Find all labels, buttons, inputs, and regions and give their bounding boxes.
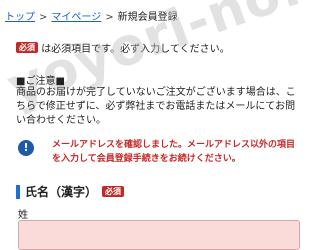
required-note: 必須 は必須項目です。必ず入力してください。 (16, 40, 230, 55)
last-name-input[interactable] (18, 220, 300, 250)
required-note-text: は必須項目です。必ず入力してください。 (41, 44, 230, 55)
breadcrumb-separator: > (105, 12, 114, 23)
last-name-label: 姓 (18, 210, 28, 221)
required-badge: 必須 (16, 42, 38, 53)
alert-message: メールアドレスを確認しました。メールアドレス以外の項目を入力して会員登録手続きを… (52, 140, 296, 164)
breadcrumb: トップ > マイページ > 新規会員登録 (5, 8, 178, 23)
heading-accent-bar (16, 184, 20, 199)
notice-body: 商品のお届けが完了していないご注文がございます場合は、こちらで修正せずに、必ず弊… (16, 87, 296, 126)
breadcrumb-home-link[interactable]: トップ (5, 12, 35, 23)
name-heading-label: 氏名（漢字） (25, 185, 98, 199)
breadcrumb-current: 新規会員登録 (117, 12, 178, 23)
breadcrumb-separator: > (39, 12, 48, 23)
name-section-heading: 氏名（漢字） 必須 (16, 183, 125, 200)
info-alert-icon: ! (18, 140, 34, 156)
required-badge: 必須 (102, 186, 125, 197)
notice-title: ■ご注意■ (16, 76, 65, 87)
breadcrumb-mypage-link[interactable]: マイページ (51, 12, 101, 23)
